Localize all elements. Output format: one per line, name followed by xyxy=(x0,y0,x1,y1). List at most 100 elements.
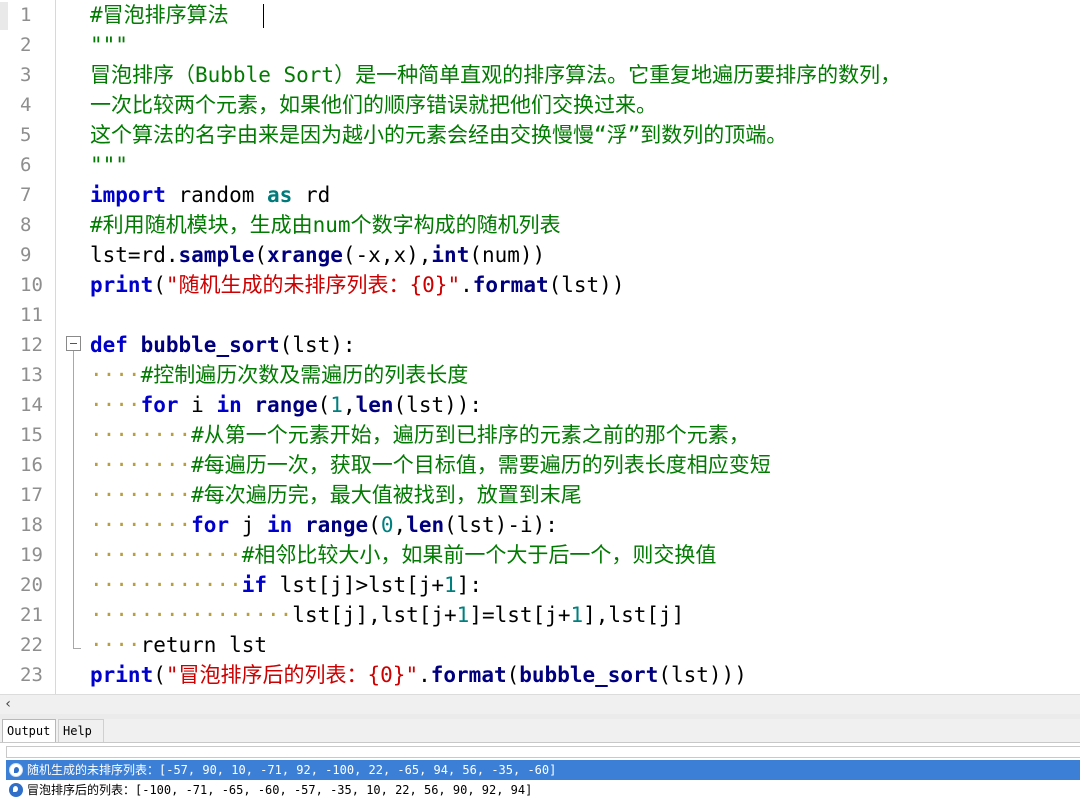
tab-help[interactable]: Help xyxy=(58,719,104,742)
keyword-for: for xyxy=(140,393,179,417)
code-line-12[interactable]: def bubble_sort(lst): xyxy=(90,330,356,360)
line-number: 23 xyxy=(20,664,43,686)
code-text: ( xyxy=(153,273,166,297)
indent-guide-dots: ········ xyxy=(90,423,192,447)
code-text: ],lst[j] xyxy=(583,603,685,627)
horizontal-scrollbar[interactable]: ‹ xyxy=(0,694,1080,714)
fold-minus-icon[interactable] xyxy=(66,336,81,351)
code-line-20[interactable]: ············if lst[j]>lst[j+1]: xyxy=(90,570,482,600)
code-text: (lst)): xyxy=(393,393,483,417)
code-text: , xyxy=(393,513,407,537)
python-run-icon xyxy=(9,762,23,777)
method-name: format xyxy=(430,663,507,687)
number-literal: 1 xyxy=(330,393,343,417)
output-row[interactable]: 冒泡排序后的列表：[-100, -71, -65, -60, -57, -35,… xyxy=(6,780,1080,800)
code-text: return lst xyxy=(140,633,268,657)
keyword-as: as xyxy=(267,183,293,207)
builtin-name: range xyxy=(254,393,318,417)
builtin-name: range xyxy=(304,513,369,537)
code-line-5[interactable]: 这个算法的名字由来是因为越小的元素会经由交换慢慢“浮”到数列的顶端。 xyxy=(90,120,787,150)
line-number: 14 xyxy=(20,394,43,416)
code-text: (lst)-i): xyxy=(444,513,558,537)
code-line-21[interactable]: ················lst[j],lst[j+1]=lst[j+1]… xyxy=(90,600,684,630)
code-line-4[interactable]: 一次比较两个元素，如果他们的顺序错误就把他们交换过来。 xyxy=(90,90,657,120)
line-number: 22 xyxy=(20,634,43,656)
code-text: j xyxy=(229,513,268,537)
fold-guide-end xyxy=(73,648,81,649)
code-line-16[interactable]: ········#每遍历一次，获取一个目标值，需要遍历的列表长度相应变短 xyxy=(90,450,771,480)
line-number: 7 xyxy=(20,184,32,206)
code-text: i xyxy=(178,393,217,417)
builtin-name: xrange xyxy=(267,243,343,267)
code-line-2[interactable]: """ xyxy=(90,30,128,60)
code-line-18[interactable]: ········for j in range(0,len(lst)-i): xyxy=(90,510,558,540)
code-line-22[interactable]: ····return lst xyxy=(90,630,267,660)
string-literal: "冒泡排序后的列表：{0}" xyxy=(165,663,419,687)
indent-guide-dots: ········ xyxy=(90,513,192,537)
function-name: bubble_sort xyxy=(519,663,659,687)
fold-guide xyxy=(73,351,74,649)
python-run-icon xyxy=(9,782,23,797)
code-text: . xyxy=(460,273,473,297)
docstring-delimiter: """ xyxy=(90,33,128,57)
code-text: (lst))) xyxy=(658,663,747,687)
code-line-3[interactable]: 冒泡排序（Bubble Sort）是一种简单直观的排序算法。它重复地遍历要排序的… xyxy=(90,60,901,90)
code-line-14[interactable]: ····for i in range(1,len(lst)): xyxy=(90,390,482,420)
code-line-17[interactable]: ········#每次遍历完，最大值被找到，放置到末尾 xyxy=(90,480,582,510)
line-number: 6 xyxy=(20,154,32,176)
function-name: bubble_sort xyxy=(140,333,280,357)
comment: #冒泡排序算法 xyxy=(90,3,229,27)
number-literal: 0 xyxy=(380,513,394,537)
text-caret xyxy=(263,4,264,28)
code-line-13[interactable]: ····#控制遍历次数及需遍历的列表长度 xyxy=(90,360,468,390)
bottom-panel-tabs: Output Help xyxy=(0,719,1080,743)
function-name: sample xyxy=(178,243,255,267)
code-text: ]: xyxy=(456,573,482,597)
code-line-6[interactable]: """ xyxy=(90,150,128,180)
output-filter-field[interactable] xyxy=(6,746,1080,758)
output-text: 随机生成的未排序列表：[-57, 90, 10, -71, 92, -100, … xyxy=(27,763,557,777)
line-number: 19 xyxy=(20,544,43,566)
line-number: 21 xyxy=(20,604,43,626)
code-editor[interactable]: 1 2 3 4 5 6 7 8 9 10 11 12 13 14 15 16 1… xyxy=(0,0,1080,694)
line-number: 12 xyxy=(20,334,43,356)
code-text: (lst): xyxy=(279,333,356,357)
comment: #相邻比较大小，如果前一个大于后一个，则交换值 xyxy=(241,543,717,567)
code-line-23[interactable]: print("冒泡排序后的列表：{0}".format(bubble_sort(… xyxy=(90,660,747,690)
builtin-name: int xyxy=(431,243,470,267)
code-line-19[interactable]: ············#相邻比较大小，如果前一个大于后一个，则交换值 xyxy=(90,540,716,570)
output-row[interactable]: 随机生成的未排序列表：[-57, 90, 10, -71, 92, -100, … xyxy=(6,760,1080,780)
docstring-text: 冒泡排序（Bubble Sort）是一种简单直观的排序算法。它重复地遍历要排序的… xyxy=(90,63,902,87)
code-line-10[interactable]: print("随机生成的未排序列表：{0}".format(lst)) xyxy=(90,270,624,300)
code-text: lst[j]>lst[j+ xyxy=(267,573,445,597)
indent-guide-dots: ···· xyxy=(90,363,141,387)
code-line-1[interactable]: #冒泡排序算法 xyxy=(90,0,229,30)
chevron-left-icon[interactable]: ‹ xyxy=(4,696,18,712)
code-text: ( xyxy=(317,393,331,417)
code-line-7[interactable]: import random as rd xyxy=(90,180,330,210)
line-number: 10 xyxy=(20,274,43,296)
code-line-15[interactable]: ········#从第一个元素开始，遍历到已排序的元素之前的那个元素， xyxy=(90,420,750,450)
keyword-print: print xyxy=(90,663,154,687)
output-panel: 随机生成的未排序列表：[-57, 90, 10, -71, 92, -100, … xyxy=(0,743,1080,800)
comment: #控制遍历次数及需遍历的列表长度 xyxy=(140,363,469,387)
code-text: ( xyxy=(506,663,520,687)
indent-guide-dots: ········ xyxy=(90,483,192,507)
code-text: lst[j],lst[j+ xyxy=(292,603,457,627)
line-number: 17 xyxy=(20,484,43,506)
string-literal: "随机生成的未排序列表：{0}" xyxy=(165,273,461,297)
code-line-8[interactable]: #利用随机模块，生成由num个数字构成的随机列表 xyxy=(90,210,561,240)
code-text: ]=lst[j+ xyxy=(469,603,571,627)
code-line-9[interactable]: lst=rd.sample(xrange(-x,x),int(num)) xyxy=(90,240,545,270)
tab-output[interactable]: Output xyxy=(2,719,56,742)
code-text: . xyxy=(418,663,431,687)
line-number: 16 xyxy=(20,454,43,476)
code-text: ( xyxy=(368,513,381,537)
code-text: (lst)) xyxy=(548,273,625,297)
code-text: random xyxy=(165,183,268,207)
comment: #每遍历一次，获取一个目标值，需要遍历的列表长度相应变短 xyxy=(191,453,771,477)
current-line-marker xyxy=(0,2,8,30)
